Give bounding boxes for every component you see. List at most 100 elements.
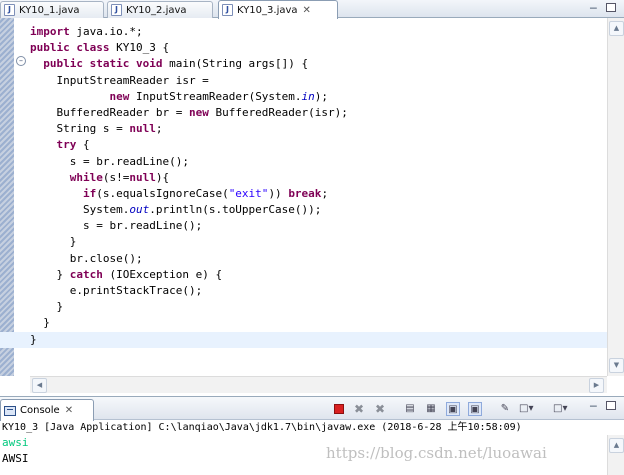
code-token: }: [30, 316, 50, 330]
code-token: }: [30, 267, 70, 281]
minimize-icon[interactable]: ─: [590, 400, 597, 413]
show-console-on-output-icon[interactable]: ▣: [446, 402, 460, 416]
maximize-icon[interactable]: [606, 2, 616, 15]
console-tab-label: Console: [20, 405, 60, 416]
editor-tab-label: KY10_3.java: [237, 4, 298, 16]
code-token: .println(s.toUpperCase());: [149, 203, 322, 217]
code-token: )): [268, 186, 289, 200]
scroll-lock-icon[interactable]: ▦: [424, 402, 438, 416]
code-line[interactable]: }: [0, 331, 610, 348]
code-token: "exit": [228, 186, 269, 200]
show-console-on-error-icon[interactable]: ▣: [468, 402, 482, 416]
code-line[interactable]: }: [30, 315, 594, 331]
minimize-icon[interactable]: ─: [590, 2, 597, 15]
open-console-icon[interactable]: □▾: [553, 402, 567, 416]
code-token: null: [129, 122, 156, 136]
code-line[interactable]: while(s!=null){: [30, 170, 594, 186]
display-selected-console-icon[interactable]: □▾: [519, 402, 533, 416]
code-token: System.: [30, 203, 130, 217]
java-file-icon: J: [111, 4, 122, 16]
console-tab[interactable]: Console ✕: [0, 399, 94, 421]
code-line[interactable]: public class KY10_3 {: [30, 40, 594, 56]
fold-collapse-icon[interactable]: –: [16, 56, 26, 66]
scroll-right-icon[interactable]: ▶: [589, 378, 604, 393]
close-icon[interactable]: ✕: [303, 5, 311, 16]
scroll-up-icon[interactable]: ▲: [609, 21, 624, 36]
code-token: InputStreamReader(System.: [129, 89, 302, 103]
code-token: s = br.readLine();: [30, 219, 203, 233]
code-text[interactable]: import java.io.*; public class KY10_3 { p…: [0, 24, 610, 348]
code-token: null: [129, 170, 156, 184]
code-line[interactable]: br.close();: [30, 251, 594, 267]
code-line[interactable]: InputStreamReader isr =: [30, 73, 594, 89]
editor-tab-ky10-1[interactable]: J KY10_1.java: [0, 1, 104, 18]
console-vertical-scrollbar[interactable]: ▲: [607, 435, 624, 475]
remove-all-launches-icon[interactable]: ✖: [373, 402, 387, 416]
code-token: InputStreamReader isr =: [30, 73, 209, 87]
code-line[interactable]: }: [30, 299, 594, 315]
code-token: {: [76, 138, 90, 152]
code-token: while: [69, 170, 103, 184]
code-token: import: [30, 25, 70, 38]
code-token: public static void: [43, 57, 163, 71]
console-icon: [4, 405, 16, 416]
editor-tab-ky10-2[interactable]: J KY10_2.java: [107, 1, 213, 18]
code-token: java.io.*;: [69, 25, 143, 38]
code-token: KY10_3 {: [109, 41, 170, 55]
console-process-description: KY10_3 [Java Application] C:\lanqiao\Jav…: [2, 422, 522, 433]
code-line[interactable]: public static void main(String args[]) {: [30, 56, 594, 72]
code-token: public class: [30, 41, 110, 55]
terminate-icon[interactable]: [332, 402, 346, 416]
editor-tab-ky10-3[interactable]: J KY10_3.java ✕: [218, 0, 338, 19]
code-token: BufferedReader(isr);: [208, 105, 348, 119]
code-token: );: [314, 89, 329, 103]
code-token: (IOException e) {: [102, 267, 223, 281]
code-token: }: [30, 300, 64, 314]
clear-console-icon[interactable]: ▤: [403, 402, 417, 416]
code-line[interactable]: s = br.readLine();: [30, 218, 594, 234]
code-line[interactable]: import java.io.*;: [30, 24, 594, 40]
editor-horizontal-scrollbar[interactable]: ◀ ▶: [30, 376, 607, 393]
code-line[interactable]: System.out.println(s.toUpperCase());: [30, 202, 594, 218]
code-line[interactable]: BufferedReader br = new BufferedReader(i…: [30, 105, 594, 121]
code-token: }: [30, 235, 77, 249]
code-token: new: [109, 89, 130, 103]
java-file-icon: J: [222, 4, 233, 16]
code-line[interactable]: if(s.equalsIgnoreCase("exit")) break;: [30, 186, 594, 202]
code-line[interactable]: String s = null;: [30, 121, 594, 137]
code-line[interactable]: } catch (IOException e) {: [30, 267, 594, 283]
scroll-up-icon[interactable]: ▲: [609, 438, 624, 453]
code-token: if: [82, 186, 97, 200]
code-line[interactable]: new InputStreamReader(System.in);: [30, 89, 594, 105]
code-editor[interactable]: – import java.io.*; public class KY10_3 {…: [0, 18, 624, 394]
editor-tab-label: KY10_1.java: [19, 4, 80, 16]
scroll-left-icon[interactable]: ◀: [32, 378, 47, 393]
editor-vertical-scrollbar[interactable]: ▲ ▼: [607, 18, 624, 376]
code-token: out: [129, 203, 150, 217]
code-token: new: [188, 105, 209, 119]
code-token: (s!=: [102, 170, 130, 184]
close-icon[interactable]: ✕: [65, 405, 73, 416]
code-token: String s =: [30, 122, 130, 136]
code-line[interactable]: e.printStackTrace();: [30, 283, 594, 299]
code-line[interactable]: }: [30, 234, 594, 250]
code-token: break: [288, 186, 322, 200]
code-line[interactable]: try {: [30, 137, 594, 153]
code-token: ;: [321, 186, 329, 200]
code-token: ){: [155, 170, 170, 184]
remove-launch-icon[interactable]: ✖: [352, 402, 366, 416]
editor-tab-bar: J KY10_1.java J KY10_2.java J KY10_3.jav…: [0, 0, 624, 19]
code-token: try: [56, 138, 77, 152]
code-line[interactable]: s = br.readLine();: [30, 154, 594, 170]
editor-left-ruler: [0, 18, 14, 376]
scroll-down-icon[interactable]: ▼: [609, 358, 624, 373]
maximize-icon[interactable]: [606, 400, 616, 413]
code-token: (s.equalsIgnoreCase(: [96, 186, 229, 200]
code-token: s = br.readLine();: [30, 154, 189, 168]
pin-console-icon[interactable]: ✎: [498, 402, 512, 416]
code-token: BufferedReader br =: [30, 105, 189, 119]
